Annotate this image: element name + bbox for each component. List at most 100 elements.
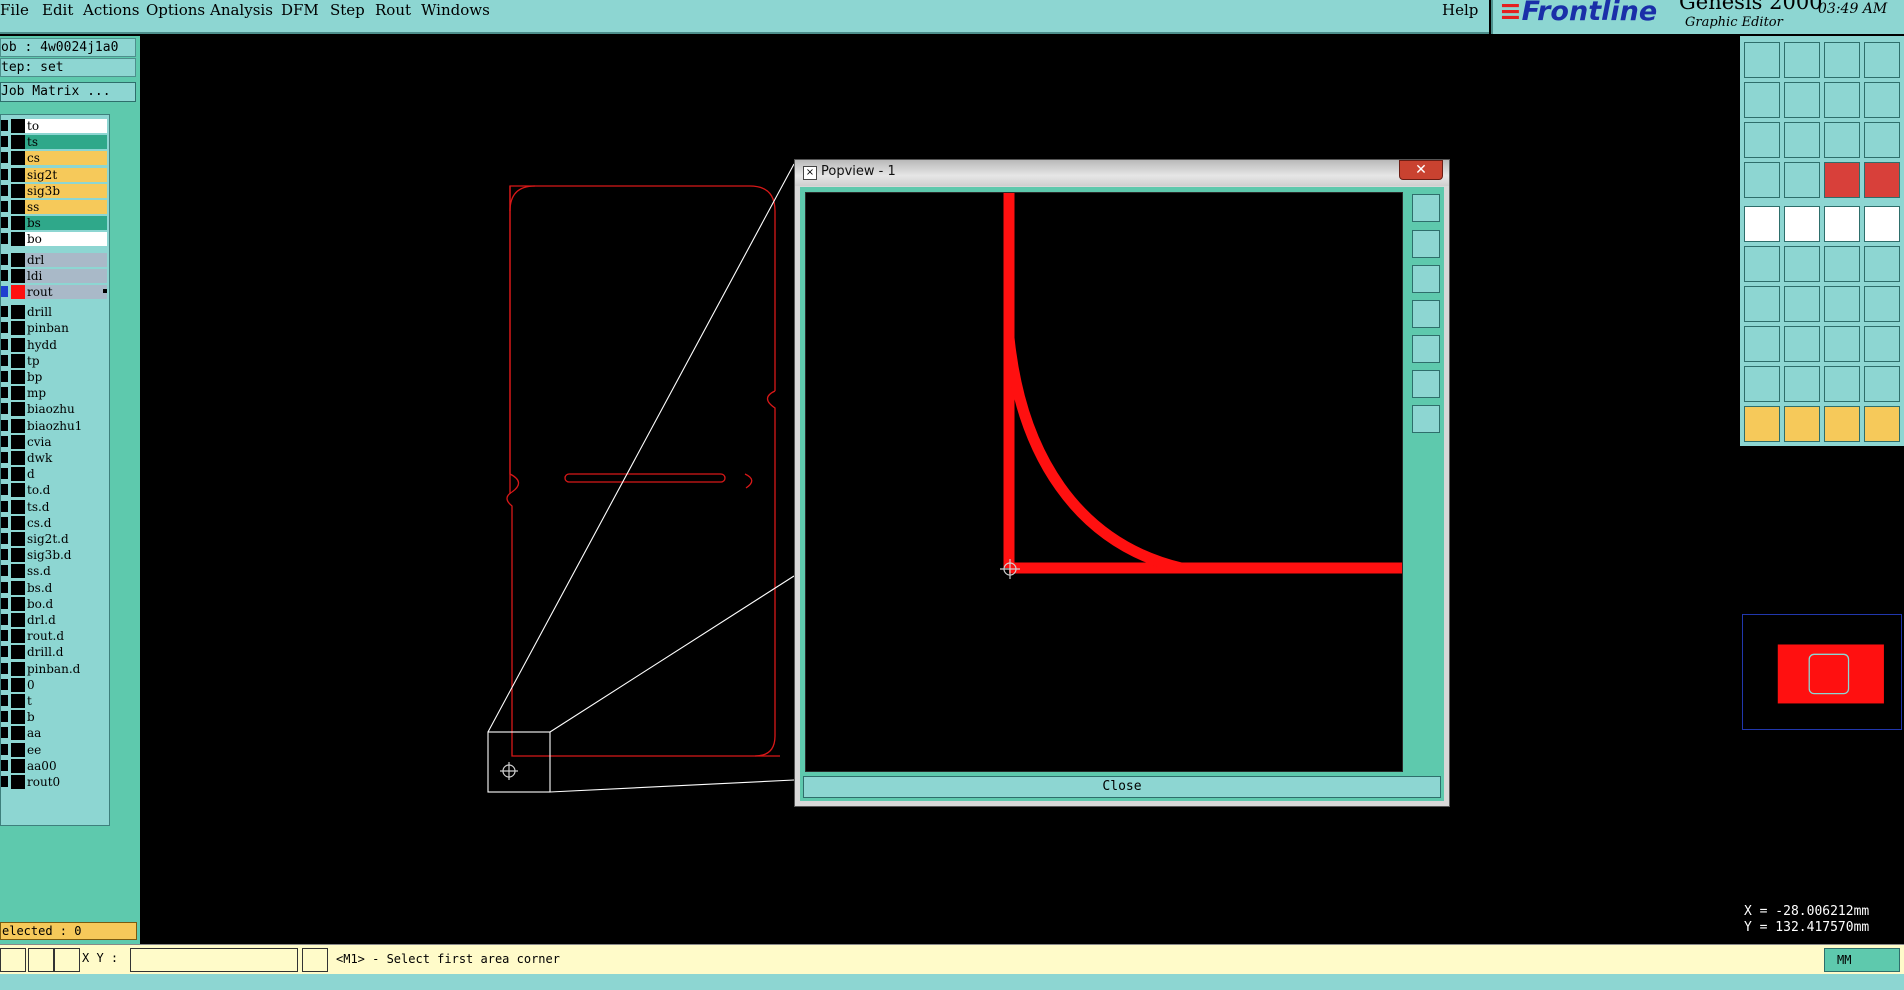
menu-actions[interactable]: Actions [83,1,139,19]
select-icon[interactable] [1744,406,1780,442]
layer-checkbox[interactable] [1,646,8,658]
layer-name[interactable]: bp [25,370,107,384]
select-window-icon[interactable] [1784,406,1820,442]
layer-name[interactable]: sig3b [25,183,107,198]
layer-row[interactable]: sig2t.d [1,531,109,547]
save-view-icon[interactable] [1784,42,1820,78]
settings-icon[interactable] [1744,162,1780,198]
fillet-icon[interactable] [1864,286,1900,322]
layer-checkbox[interactable] [1,776,8,787]
measure-icon[interactable] [1824,326,1860,362]
layer-name[interactable]: cs [25,151,107,166]
menu-help[interactable]: Help [1442,1,1478,19]
menu-windows[interactable]: Windows [421,1,490,19]
layer-checkbox[interactable] [1,630,8,642]
info-icon[interactable] [302,948,328,972]
layer-name[interactable]: drill.d [25,645,107,660]
layer-row[interactable]: dwk [1,450,109,466]
layer-checkbox[interactable] [1,468,8,480]
layer-name[interactable]: ss [25,200,107,214]
menu-step[interactable]: Step [330,1,365,19]
layer-row[interactable]: ss [1,199,109,215]
select-net-icon[interactable] [1824,406,1860,442]
scale-icon[interactable] [1824,122,1860,158]
layer-checkbox[interactable] [1,286,8,297]
window-split-icon[interactable] [1864,42,1900,78]
pan-left-icon[interactable] [1412,300,1440,328]
layer-checkbox[interactable] [1,516,8,528]
layer-name[interactable]: pinban.d [25,661,107,676]
layer-checkbox[interactable] [1,354,8,366]
layer-checkbox[interactable] [1,743,8,755]
add-rect-icon[interactable] [1824,206,1860,242]
layer-checkbox[interactable] [1,233,8,245]
close-button[interactable]: Close [803,776,1441,798]
layer-name[interactable]: tp [25,353,107,368]
layer-name[interactable]: biaozhu [25,402,107,417]
layer-row[interactable]: cvia [1,434,109,450]
layer-row[interactable]: hydd [1,337,109,353]
home-icon[interactable] [1824,42,1860,78]
select-chain-icon[interactable] [1864,406,1900,442]
layer-checkbox[interactable] [1,201,8,212]
layer-checkbox[interactable] [1,338,8,350]
add-pad-icon[interactable] [1744,206,1780,242]
layer-row[interactable]: aa [1,725,109,741]
layer-name[interactable]: hydd [25,337,107,352]
pan-right-icon[interactable] [1412,335,1440,363]
layer-row[interactable]: sig3b [1,183,109,199]
layer-row[interactable]: biaozhu1 [1,418,109,434]
layer-down-icon[interactable] [1864,162,1900,198]
layer-name[interactable]: biaozhu1 [25,418,107,433]
layer-name[interactable]: bo.d [25,596,107,611]
layer-row[interactable]: drl.d [1,612,109,628]
layer-name[interactable]: t [25,694,107,708]
layer-row[interactable]: to [1,118,109,134]
layer-checkbox[interactable] [1,419,8,431]
add-line-icon[interactable] [1784,206,1820,242]
zoom-out-icon[interactable] [1412,405,1440,433]
zoom-home-icon[interactable] [1744,42,1780,78]
layer-checkbox[interactable] [1,678,8,690]
job-matrix-button[interactable]: Job Matrix ... [0,82,136,102]
pan-down-icon[interactable] [1412,265,1440,293]
menu-rout[interactable]: Rout [375,1,411,19]
layer-row[interactable]: rout [1,284,109,300]
layer-checkbox[interactable] [1,597,8,609]
layer-checkbox[interactable] [1,168,8,180]
layer-checkbox[interactable] [1,403,8,415]
layer-name[interactable]: ee [25,742,107,757]
layer-name[interactable]: drill [25,305,107,320]
layer-name[interactable]: sig2t.d [25,532,107,546]
snap-center-icon[interactable] [1784,246,1820,282]
fit-icon[interactable] [1824,82,1860,118]
layer-row[interactable]: to.d [1,482,109,498]
layer-checkbox[interactable] [1,727,8,739]
layer-row[interactable]: ts.d [1,499,109,515]
layer-name[interactable]: ts [25,135,107,150]
zoom-fit-icon[interactable] [1744,122,1780,158]
layer-checkbox[interactable] [1,549,8,561]
layer-row[interactable]: bs.d [1,580,109,596]
layer-row[interactable]: bp [1,369,109,385]
layer-checkbox[interactable] [1,452,8,463]
xy-input[interactable] [130,948,298,972]
layer-checkbox[interactable] [1,484,8,496]
draw-line-icon[interactable] [1744,286,1780,322]
route-icon[interactable] [1864,82,1900,118]
layer-checkbox[interactable] [1,533,8,544]
overview-map[interactable] [1742,614,1902,730]
layer-name[interactable]: to [25,119,107,133]
layer-row[interactable]: mp [1,385,109,401]
layer-checkbox[interactable] [1,306,8,318]
zoom-area-icon[interactable] [1784,122,1820,158]
record-icon[interactable] [1784,162,1820,198]
popview-titlebar[interactable]: × Popview - 1 ✕ [795,160,1449,186]
layer-row[interactable]: b [1,709,109,725]
layer-name[interactable]: rout0 [25,775,107,789]
layer-name[interactable]: drl.d [25,613,107,627]
snap-point-icon[interactable] [1824,246,1860,282]
triangle-icon[interactable] [1784,366,1820,402]
layer-up-icon[interactable] [1824,162,1860,198]
copy-icon[interactable] [1864,326,1900,362]
